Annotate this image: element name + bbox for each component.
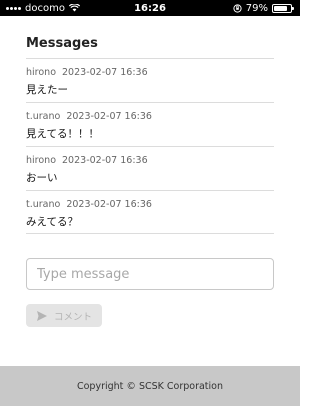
send-comment-button[interactable]: コメント xyxy=(26,304,102,327)
message-author: hirono xyxy=(26,155,57,166)
battery-icon xyxy=(272,3,294,13)
message-meta: hirono 2023-02-07 16:36 xyxy=(26,155,274,166)
main-content: Messages hirono 2023-02-07 16:36 見えたー t.u… xyxy=(0,16,300,366)
message-timestamp: 2023-02-07 16:36 xyxy=(62,155,148,166)
send-comment-label: コメント xyxy=(53,311,92,323)
page-title: Messages xyxy=(26,36,98,51)
wifi-icon xyxy=(68,4,80,12)
message-list: hirono 2023-02-07 16:36 見えたー t.urano 2023-… xyxy=(26,58,274,234)
message-input[interactable] xyxy=(26,258,274,290)
footer: Copyright © SCSK Corporation xyxy=(0,366,300,406)
message-item: hirono 2023-02-07 16:36 見えたー xyxy=(26,58,274,102)
message-meta: hirono 2023-02-07 16:36 xyxy=(26,67,274,78)
message-meta: t.urano 2023-02-07 16:36 xyxy=(26,199,274,210)
copyright-text: Copyright © SCSK Corporation xyxy=(76,380,224,392)
carrier-name: docomo xyxy=(25,2,65,14)
message-item: hirono 2023-02-07 16:36 おーい xyxy=(26,146,274,190)
status-right: 79% xyxy=(233,2,294,14)
message-text: みえてる？ xyxy=(26,216,78,228)
message-author: t.urano xyxy=(26,199,61,210)
message-text: 見えてる！！！ xyxy=(26,128,99,140)
battery-percent: 79% xyxy=(245,2,268,14)
message-timestamp: 2023-02-07 16:36 xyxy=(66,111,152,122)
message-item: t.urano 2023-02-07 16:36 見えてる！！！ xyxy=(26,102,274,146)
message-meta: t.urano 2023-02-07 16:36 xyxy=(26,111,274,122)
orientation-lock-icon xyxy=(233,3,242,13)
battery-level xyxy=(274,5,287,11)
message-timestamp: 2023-02-07 16:36 xyxy=(62,67,148,78)
send-icon xyxy=(36,310,47,321)
status-bar: docomo 16:26 79% xyxy=(0,0,300,16)
signal-strength-icon xyxy=(6,6,21,10)
message-text: 見えたー xyxy=(26,84,68,96)
message-item: t.urano 2023-02-07 16:36 みえてる？ xyxy=(26,190,274,234)
message-author: hirono xyxy=(26,67,57,78)
message-text: おーい xyxy=(26,172,58,184)
message-author: t.urano xyxy=(26,111,61,122)
message-timestamp: 2023-02-07 16:36 xyxy=(66,199,152,210)
status-left: docomo xyxy=(6,3,80,14)
